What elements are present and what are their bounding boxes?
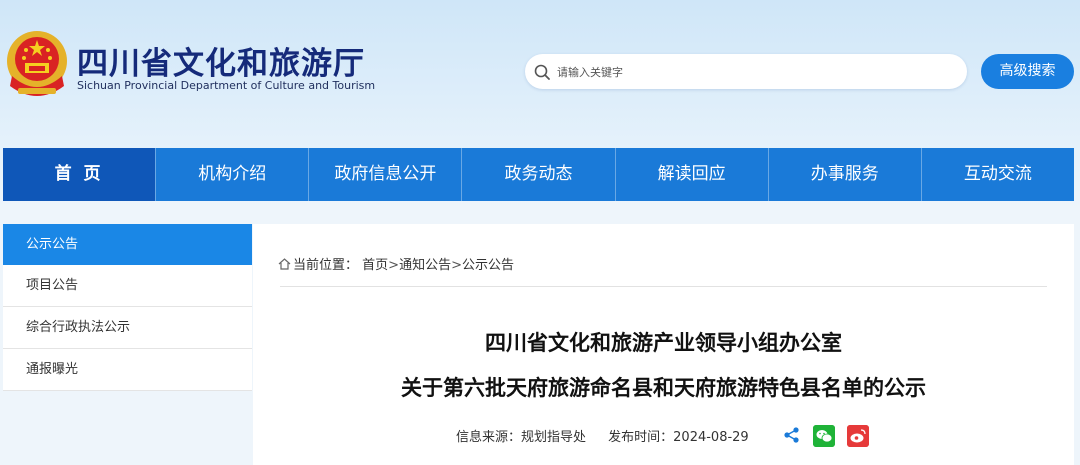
article-date: 发布时间：2024-08-29	[608, 430, 749, 445]
wechat-icon[interactable]	[813, 425, 835, 447]
nav-item-about[interactable]: 机构介绍	[155, 148, 308, 201]
search-input[interactable]	[555, 58, 959, 87]
sidebar-item-notices[interactable]: 公示公告	[3, 224, 252, 265]
breadcrumb-separator: >	[451, 258, 462, 273]
home-icon	[278, 258, 291, 270]
breadcrumb-divider	[280, 286, 1047, 287]
sidebar-item-projects[interactable]: 项目公告	[3, 265, 252, 307]
nav-item-news[interactable]: 政务动态	[461, 148, 614, 201]
site-title[interactable]: 四川省文化和旅游厅	[77, 38, 365, 83]
nav-item-gov-info[interactable]: 政府信息公开	[308, 148, 461, 201]
breadcrumb-separator: >	[388, 258, 400, 273]
article-panel: 当前位置： 首页>通知公告>公示公告 四川省文化和旅游产业领导小组办公室 关于第…	[253, 224, 1074, 465]
national-emblem-icon[interactable]	[4, 28, 70, 102]
share-icon[interactable]	[783, 426, 801, 444]
article-source: 信息来源：规划指导处	[456, 430, 587, 445]
site-header: 四川省文化和旅游厅 Sichuan Provincial Department …	[0, 0, 1080, 147]
weibo-icon[interactable]	[847, 425, 869, 447]
advanced-search-button[interactable]: 高级搜索	[981, 54, 1074, 89]
breadcrumb: 当前位置： 首页>通知公告>公示公告	[278, 254, 514, 273]
sidebar-item-enforcement[interactable]: 综合行政执法公示	[3, 307, 252, 349]
breadcrumb-prefix: 当前位置：	[293, 258, 359, 273]
article-title-line1: 四川省文化和旅游产业领导小组办公室	[485, 331, 842, 355]
search-icon[interactable]	[533, 63, 551, 81]
breadcrumb-public-notice[interactable]: 公示公告	[462, 258, 514, 273]
breadcrumb-notices[interactable]: 通知公告	[399, 258, 451, 273]
site-subtitle: Sichuan Provincial Department of Culture…	[77, 79, 376, 92]
nav-item-interaction[interactable]: 互动交流	[920, 148, 1074, 201]
main-nav: 首 页 机构介绍 政府信息公开 政务动态 解读回应 办事服务 互动交流	[3, 148, 1074, 201]
nav-item-home[interactable]: 首 页	[3, 148, 156, 201]
nav-item-interpretation[interactable]: 解读回应	[614, 148, 768, 201]
article-title-line2: 关于第六批天府旅游命名县和天府旅游特色县名单的公示	[401, 376, 926, 400]
sidebar-item-exposure[interactable]: 通报曝光	[3, 349, 252, 391]
sidebar: 公示公告 项目公告 综合行政执法公示 通报曝光	[3, 224, 252, 391]
nav-item-services[interactable]: 办事服务	[767, 148, 921, 201]
article-meta: 信息来源：规划指导处 发布时间：2024-08-29	[456, 426, 753, 445]
breadcrumb-home[interactable]: 首页	[362, 258, 388, 273]
search-bar[interactable]	[525, 54, 967, 89]
